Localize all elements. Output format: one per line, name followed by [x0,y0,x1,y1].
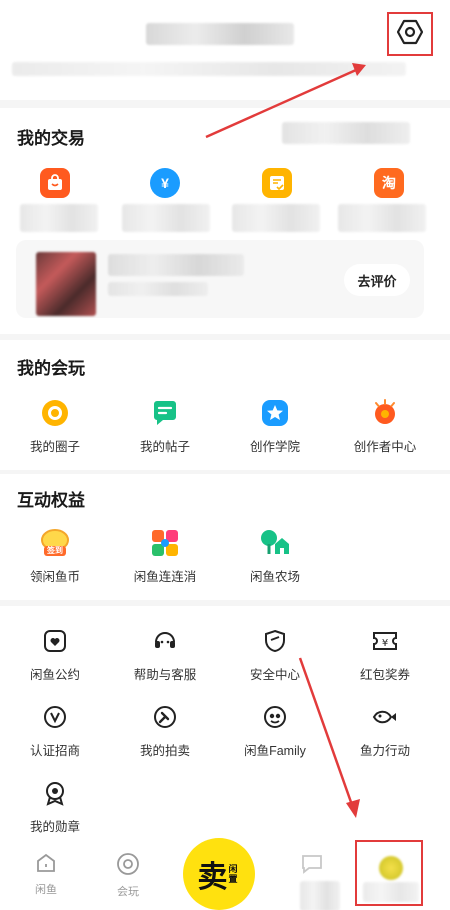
profile-header [0,0,450,100]
coupon-icon: ¥ [368,624,402,658]
gavel-icon [148,700,182,734]
convention-item[interactable]: 闲鱼公约 [0,624,110,683]
trade-title: 我的交易 [17,129,85,148]
checkin-badge: 签到 [47,546,63,555]
home-icon [37,853,55,872]
shield-icon [258,624,292,658]
my-auction-label: 我的拍卖 [139,744,190,758]
family-icon [258,700,292,734]
svg-text:¥: ¥ [382,638,388,649]
creator-academy-item[interactable]: 创作学院 [220,396,330,455]
play-icon [117,853,139,875]
fish-action-item[interactable]: 鱼力行动 [330,700,440,759]
tab-messages[interactable] [282,852,342,910]
benefits-section: 互动权益 签到 领闲鱼币 闲鱼连连消 闲鱼农场 [0,474,450,600]
yuan-icon[interactable]: ¥ [150,168,180,198]
post-icon [148,396,182,430]
puzzle-icon [148,526,182,560]
creator-center-label: 创作者中心 [353,440,417,454]
blurred-trade-label-3 [232,204,320,232]
verify-icon [38,700,72,734]
sell-main-label: 卖 [197,860,228,895]
fish-icon [368,700,402,734]
message-icon [302,855,322,874]
farm-icon [258,526,292,560]
blurred-trade-label-1 [20,204,98,232]
blurred-product-desc [108,282,208,296]
blurred-mine-label [363,882,419,902]
blurred-trade-label-4 [338,204,426,232]
sell-button[interactable]: 卖 闲置 [183,838,255,910]
get-coins-label: 领闲鱼币 [29,570,80,584]
taobao-icon[interactable]: 淘 [374,168,404,198]
coupon-item[interactable]: ¥ 红包奖券 [330,624,440,683]
shopping-bag-icon[interactable] [40,168,70,198]
play-section: 我的会玩 我的圈子 我的帖子 创作学院 创作者中心 [0,340,450,470]
bulb-icon [368,396,402,430]
my-medals-label: 我的勋章 [29,820,80,834]
match-game-label: 闲鱼连连消 [133,570,197,584]
tab-home[interactable]: 闲鱼 [16,852,76,897]
checklist-icon[interactable] [262,168,292,198]
my-circle-label: 我的圈子 [29,440,80,454]
creator-academy-label: 创作学院 [249,440,300,454]
my-posts-item[interactable]: 我的帖子 [110,396,220,455]
my-auction-item[interactable]: 我的拍卖 [110,700,220,759]
farm-label: 闲鱼农场 [249,570,300,584]
star-icon [258,396,292,430]
blurred-tab-label [300,881,340,910]
sell-sub-label: 闲置 [228,864,238,884]
my-medals-item[interactable]: 我的勋章 [0,776,110,835]
help-service-label: 帮助与客服 [133,668,197,682]
medal-icon [38,776,72,810]
convention-label: 闲鱼公约 [29,668,80,682]
tab-play[interactable]: 会玩 [98,852,158,899]
get-coins-item[interactable]: 签到 领闲鱼币 [0,526,110,585]
blurred-profile-stats [12,62,406,76]
blurred-username [146,23,294,45]
blurred-product-title [108,254,244,276]
review-button[interactable]: 去评价 [344,264,410,296]
settings-button[interactable] [387,12,433,56]
blurred-trade-link [282,122,410,144]
circle-icon [38,396,72,430]
tab-play-label: 会玩 [117,886,139,898]
tab-mine[interactable] [355,840,423,906]
family-item[interactable]: 闲鱼Family [220,700,330,759]
benefits-title: 互动权益 [17,491,85,510]
pending-review-card[interactable]: 去评价 [16,240,424,318]
fish-action-label: 鱼力行动 [359,744,410,758]
security-center-item[interactable]: 安全中心 [220,624,330,683]
avatar [379,856,403,880]
coin-icon: 签到 [38,526,72,560]
verify-merchant-item[interactable]: 认证招商 [0,700,110,759]
bottom-tab-bar: 闲鱼 会玩 卖 闲置 [0,838,450,910]
farm-item[interactable]: 闲鱼农场 [220,526,330,585]
family-label: 闲鱼Family [244,744,306,758]
convention-icon [38,624,72,658]
creator-center-item[interactable]: 创作者中心 [330,396,440,455]
security-center-label: 安全中心 [249,668,300,682]
blurred-trade-label-2 [122,204,210,232]
settings-hex-icon [396,19,424,50]
help-service-item[interactable]: 帮助与客服 [110,624,220,683]
play-title: 我的会玩 [17,359,85,378]
my-circle-item[interactable]: 我的圈子 [0,396,110,455]
headset-icon [148,624,182,658]
blurred-product-image [36,252,96,316]
tab-home-label: 闲鱼 [35,884,57,896]
my-posts-label: 我的帖子 [139,440,190,454]
services-section: 闲鱼公约 帮助与客服 安全中心 ¥ 红包奖券 认证招商 我的拍卖 闲鱼Famil… [0,606,450,838]
coupon-label: 红包奖券 [359,668,410,682]
match-game-item[interactable]: 闲鱼连连消 [110,526,220,585]
verify-merchant-label: 认证招商 [29,744,80,758]
